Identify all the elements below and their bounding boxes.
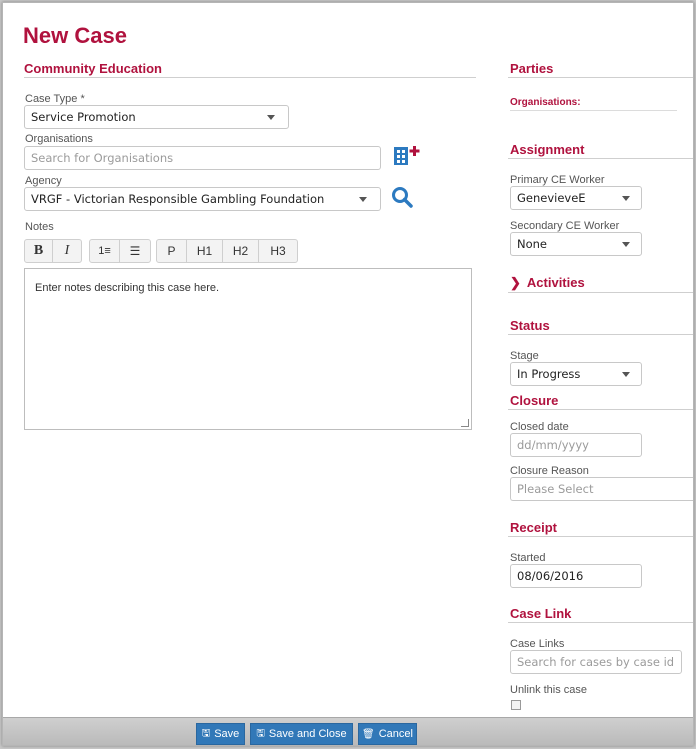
add-organisation-icon[interactable] xyxy=(392,144,422,168)
notes-editor[interactable]: Enter notes describing this case here. xyxy=(24,268,472,430)
notes-placeholder: Enter notes describing this case here. xyxy=(35,282,220,294)
save-and-close-button[interactable]: 🖫 Save and Close xyxy=(250,723,353,745)
section-divider xyxy=(508,536,693,537)
agency-label: Agency xyxy=(25,175,62,187)
organisations-search-input[interactable]: Search for Organisations xyxy=(24,146,381,170)
section-divider xyxy=(508,292,693,293)
activities-title: Activities xyxy=(526,275,585,290)
agency-select[interactable]: VRGF - Victorian Responsible Gambling Fo… xyxy=(24,187,381,211)
cancel-button[interactable]: 🗑 Cancel xyxy=(358,723,417,745)
floppy-disk-icon: 🖫 xyxy=(256,727,265,739)
case-links-label: Case Links xyxy=(510,638,565,650)
heading-group: P H1 H2 H3 xyxy=(156,239,298,263)
section-title-closure: Closure xyxy=(510,393,559,408)
section-divider xyxy=(508,409,693,410)
save-button[interactable]: 🖫 Save xyxy=(196,723,245,745)
floppy-disk-icon: 🖫 xyxy=(201,727,211,739)
section-divider xyxy=(508,622,693,623)
ordered-list-button[interactable]: 1≡ xyxy=(90,240,120,262)
organisations-label: Organisations xyxy=(25,133,93,145)
closure-reason-select[interactable]: Please Select xyxy=(510,477,693,501)
section-divider xyxy=(508,77,693,78)
agency-value: VRGF - Victorian Responsible Gambling Fo… xyxy=(31,192,325,206)
unordered-list-button[interactable]: ☰ xyxy=(120,240,150,262)
section-title-status: Status xyxy=(510,318,550,333)
chevron-down-icon xyxy=(622,372,630,377)
section-divider xyxy=(510,110,677,111)
chevron-down-icon xyxy=(622,242,630,247)
closure-reason-label: Closure Reason xyxy=(510,465,589,477)
h2-button[interactable]: H2 xyxy=(223,240,259,262)
save-and-close-label: Save and Close xyxy=(268,728,347,740)
list-group: 1≡ ☰ xyxy=(89,239,151,263)
case-form-window: New Case Community Education Case Type *… xyxy=(2,2,694,746)
stage-label: Stage xyxy=(510,350,539,362)
section-divider xyxy=(508,334,693,335)
case-type-value: Service Promotion xyxy=(31,110,136,124)
organisations-placeholder: Search for Organisations xyxy=(31,151,174,165)
case-links-placeholder: Search for cases by case id xyxy=(517,655,675,669)
secondary-ce-worker-label: Secondary CE Worker xyxy=(510,220,620,232)
primary-ce-worker-value: GenevieveE xyxy=(517,191,586,205)
section-title-case-link: Case Link xyxy=(510,606,572,621)
primary-ce-worker-label: Primary CE Worker xyxy=(510,174,605,186)
closed-date-input[interactable]: dd/mm/yyyy xyxy=(510,433,642,457)
chevron-right-icon: ❯ xyxy=(510,275,521,290)
section-divider xyxy=(24,77,476,78)
paragraph-button[interactable]: P xyxy=(157,240,187,262)
case-type-label: Case Type * xyxy=(25,93,85,105)
h3-button[interactable]: H3 xyxy=(259,240,297,262)
started-label: Started xyxy=(510,552,546,564)
page-title: New Case xyxy=(23,23,127,48)
chevron-down-icon xyxy=(622,196,630,201)
unlink-case-label: Unlink this case xyxy=(510,684,588,696)
stage-value: In Progress xyxy=(517,367,581,381)
section-divider xyxy=(508,158,693,159)
case-type-select[interactable]: Service Promotion xyxy=(24,105,289,129)
trash-icon: 🗑 xyxy=(362,728,375,740)
footer-toolbar: 🖫 Save 🖫 Save and Close 🗑 Cancel xyxy=(3,717,693,745)
resize-handle-icon[interactable] xyxy=(461,419,469,427)
text-style-group: B I xyxy=(24,239,82,263)
chevron-down-icon xyxy=(267,115,275,120)
closure-reason-value: Please Select xyxy=(517,482,594,496)
notes-label: Notes xyxy=(25,221,54,233)
started-date-value: 08/06/2016 xyxy=(517,569,584,583)
section-title-assignment: Assignment xyxy=(510,142,585,157)
bold-button[interactable]: B xyxy=(25,240,53,262)
h1-button[interactable]: H1 xyxy=(187,240,223,262)
closed-date-label: Closed date xyxy=(510,421,569,433)
section-title-community-education: Community Education xyxy=(24,61,162,76)
section-title-parties: Parties xyxy=(510,61,554,76)
italic-button[interactable]: I xyxy=(53,240,81,262)
secondary-ce-worker-value: None xyxy=(517,237,548,251)
search-icon[interactable] xyxy=(391,186,415,210)
parties-organisations-label: Organisations: xyxy=(510,97,581,108)
closed-date-placeholder: dd/mm/yyyy xyxy=(517,438,589,452)
unlink-case-checkbox[interactable] xyxy=(511,700,521,710)
chevron-down-icon xyxy=(359,197,367,202)
cancel-label: Cancel xyxy=(378,728,413,740)
activities-toggle[interactable]: ❯ Activities xyxy=(510,275,585,291)
case-links-search-input[interactable]: Search for cases by case id xyxy=(510,650,682,674)
section-title-receipt: Receipt xyxy=(510,520,557,535)
save-label: Save xyxy=(214,728,240,740)
started-date-input[interactable]: 08/06/2016 xyxy=(510,564,642,588)
